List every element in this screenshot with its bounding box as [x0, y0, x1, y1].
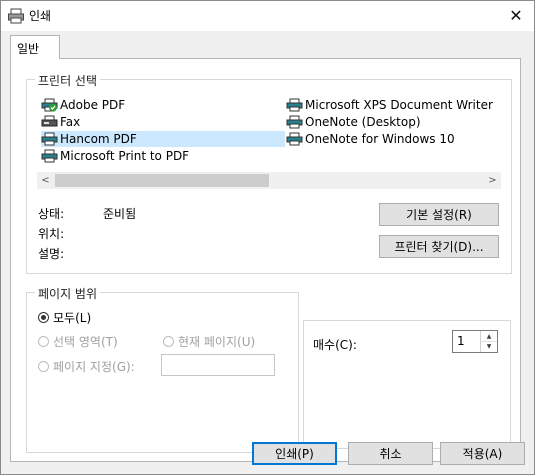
radio-label: 현재 페이지(U)	[178, 335, 256, 349]
printer-item-hancom-pdf[interactable]: Hancom PDF	[41, 131, 285, 147]
radio-dot	[38, 361, 49, 372]
close-button[interactable]: ✕	[504, 4, 528, 26]
radio-label: 모두(L)	[53, 311, 92, 325]
preferences-button[interactable]: 기본 설정(R)	[379, 203, 499, 226]
printer-item-adobe-pdf[interactable]: Adobe PDF	[41, 97, 125, 113]
page-range-title: 페이지 범위	[35, 285, 101, 302]
copies-spin-buttons: ▲ ▼	[480, 331, 497, 352]
printer-name: Adobe PDF	[60, 98, 126, 112]
radio-all-pages[interactable]: 모두(L)	[38, 309, 91, 326]
printer-select-title: 프린터 선택	[35, 72, 101, 89]
status-label: 상태:	[38, 207, 65, 221]
print-button[interactable]: 인쇄(P)	[252, 442, 337, 465]
radio-dot	[163, 336, 174, 347]
printer-name: Microsoft XPS Document Writer	[305, 98, 493, 112]
chevron-right-icon: >	[488, 175, 497, 186]
close-icon: ✕	[509, 5, 523, 25]
tab-panel-general: 프린터 선택 Adobe PDF Fax Hancom PDF Microsof…	[10, 58, 521, 462]
printer-name: OneNote for Windows 10	[305, 132, 455, 146]
copies-value: 1	[457, 334, 465, 348]
printer-name: Microsoft Print to PDF	[60, 149, 190, 163]
page-range-input[interactable]	[161, 354, 275, 376]
scroll-right-button[interactable]: >	[484, 172, 501, 189]
window-title: 인쇄	[29, 9, 52, 23]
spin-down-button[interactable]: ▼	[481, 341, 497, 351]
cancel-button[interactable]: 취소	[348, 442, 433, 465]
printer-select-group: 프린터 선택 Adobe PDF Fax Hancom PDF Microsof…	[26, 72, 512, 274]
radio-dot	[38, 312, 49, 323]
caret-up-icon: ▲	[486, 332, 492, 340]
copies-label: 매수(C):	[313, 338, 357, 352]
chevron-left-icon: <	[41, 175, 50, 186]
printer-default-icon	[41, 98, 58, 112]
radio-current-page[interactable]: 현재 페이지(U)	[163, 333, 255, 350]
apply-button[interactable]: 적용(A)	[440, 442, 525, 465]
printer-item-fax[interactable]: Fax	[41, 114, 80, 130]
printer-item-microsoft-xps[interactable]: Microsoft XPS Document Writer	[286, 97, 493, 113]
comment-label: 설명:	[38, 247, 65, 261]
copies-stepper[interactable]: 1 ▲ ▼	[452, 330, 498, 353]
radio-label: 페이지 지정(G):	[53, 360, 135, 374]
printer-item-onenote-desktop[interactable]: OneNote (Desktop)	[286, 114, 421, 130]
dialog-body: 일반 프린터 선택 Adobe PDF Fax Hancom PDF Micro…	[1, 31, 534, 474]
scroll-thumb[interactable]	[55, 174, 269, 187]
printer-list-scrollbar[interactable]: < >	[37, 172, 501, 189]
tab-general[interactable]: 일반	[10, 35, 60, 59]
scroll-left-button[interactable]: <	[37, 172, 54, 189]
page-range-group: 페이지 범위 모두(L) 선택 영역(T) 현재 페이지(U) 페이지 지정(G…	[26, 285, 299, 453]
status-value: 준비됨	[103, 207, 137, 221]
title-bar: 인쇄 ✕	[1, 1, 534, 31]
printer-icon	[286, 115, 303, 129]
printer-icon	[286, 132, 303, 146]
printer-icon	[286, 98, 303, 112]
printer-name: Fax	[60, 115, 81, 129]
radio-dot	[38, 336, 49, 347]
printer-name: Hancom PDF	[60, 132, 137, 146]
copies-group: 매수(C): 1 ▲ ▼	[303, 320, 511, 449]
find-printer-button[interactable]: 프린터 찾기(D)...	[379, 235, 499, 258]
printer-item-microsoft-print-to-pdf[interactable]: Microsoft Print to PDF	[41, 148, 189, 164]
printer-item-onenote-win10[interactable]: OneNote for Windows 10	[286, 131, 455, 147]
printer-name: OneNote (Desktop)	[305, 115, 421, 129]
caret-down-icon: ▼	[486, 342, 492, 350]
radio-selection[interactable]: 선택 영역(T)	[38, 333, 118, 350]
radio-label: 선택 영역(T)	[53, 335, 118, 349]
print-dialog: 인쇄 ✕ 일반 프린터 선택 Adobe PDF Fax Hancom PDF …	[0, 0, 535, 475]
printer-icon	[8, 8, 24, 24]
fax-icon	[41, 115, 58, 127]
location-label: 위치:	[38, 227, 65, 241]
printer-icon	[41, 149, 58, 163]
radio-page-range[interactable]: 페이지 지정(G):	[38, 358, 135, 375]
printer-icon	[41, 132, 58, 146]
